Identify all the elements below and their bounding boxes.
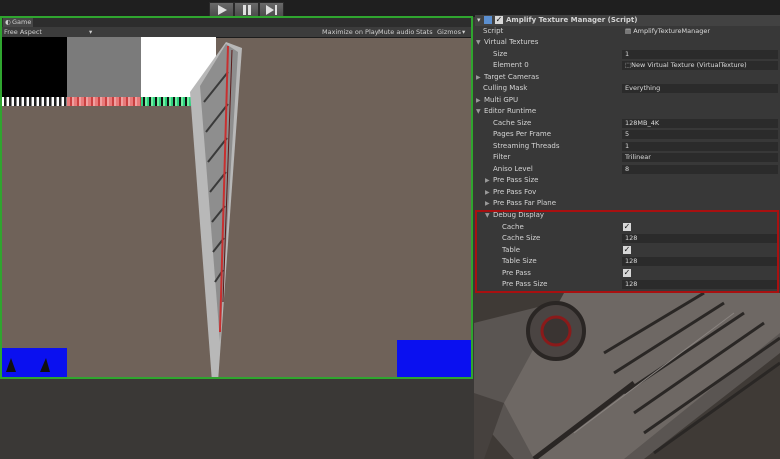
component-header[interactable]: ▾ ✓ Amplify Texture Manager (Script) [475, 15, 780, 26]
cache-size-row: Cache Size 128MB_4K [475, 118, 780, 129]
collapse-arrow-icon: ▶ [485, 200, 490, 207]
game-tab-bar: ◐ Game [2, 18, 471, 27]
pre-pass-far-plane-row[interactable]: ▶ Pre Pass Far Plane [475, 198, 780, 209]
aniso-level-row: Aniso Level 8 [475, 164, 780, 175]
prepass-shape-icon [6, 358, 50, 372]
debug-prepass-tile-right [397, 340, 471, 377]
tab-game-label: Game [12, 18, 32, 26]
filter-dropdown[interactable]: Trilinear [622, 153, 778, 162]
pre-pass-size-row[interactable]: ▶ Pre Pass Size [475, 175, 780, 186]
collapse-arrow-icon: ▶ [485, 189, 490, 196]
streaming-threads-field[interactable]: 1 [622, 142, 778, 151]
pre-pass-fov-row[interactable]: ▶ Pre Pass Fov [475, 187, 780, 198]
aniso-level-field[interactable]: 8 [622, 165, 778, 174]
virtual-textures-foldout[interactable]: ▼ Virtual Textures [476, 38, 538, 46]
script-row: Script ▤ AmplifyTextureManager [475, 26, 780, 37]
filter-label: Filter [493, 153, 511, 161]
target-cameras-label: Target Cameras [484, 73, 539, 81]
multi-gpu-label: Multi GPU [484, 96, 519, 104]
element0-value: New Virtual Texture (VirtualTexture) [631, 61, 747, 69]
script-field[interactable]: ▤ AmplifyTextureManager [622, 27, 778, 36]
size-row: Size 1 [475, 49, 780, 60]
foldout-arrow-icon[interactable]: ▾ [477, 16, 481, 24]
gizmos-arrow-icon[interactable]: ▾ [462, 28, 465, 36]
pre-pass-fov-label: Pre Pass Fov [493, 188, 537, 196]
virtual-textures-label: Virtual Textures [484, 38, 539, 46]
pause-icon [242, 5, 251, 15]
expand-arrow-icon: ▼ [476, 108, 481, 115]
debug-cache-tile-gray [67, 37, 141, 97]
game-view[interactable]: ◐ Game Free Aspect ▾ Maximize on Play Mu… [0, 16, 473, 379]
component-enabled-checkbox[interactable]: ✓ [495, 16, 503, 24]
expand-arrow-icon: ▼ [476, 39, 481, 46]
debug-display-highlight [475, 210, 779, 293]
debug-cache-tile-black [2, 37, 67, 97]
filter-row: Filter Trilinear [475, 152, 780, 163]
size-field[interactable]: 1 [622, 50, 778, 59]
culling-mask-label: Culling Mask [483, 84, 528, 92]
gizmos-dropdown[interactable]: Gizmos [437, 28, 461, 36]
editor-runtime-label: Editor Runtime [484, 107, 537, 115]
culling-mask-row: Culling Mask Everything [475, 83, 780, 94]
debug-table-strip-red [67, 97, 141, 106]
aspect-dropdown[interactable]: Free Aspect [4, 28, 42, 36]
script-value: AmplifyTextureManager [633, 27, 711, 35]
cache-size-label: Cache Size [493, 119, 532, 127]
pre-pass-far-plane-label: Pre Pass Far Plane [493, 199, 557, 207]
aniso-level-label: Aniso Level [493, 165, 533, 173]
target-cameras-row[interactable]: ▶ Target Cameras [475, 72, 780, 83]
slanted-texture-plane [190, 42, 242, 377]
script-file-icon: ▤ [625, 27, 634, 35]
maximize-on-play-toggle[interactable]: Maximize on Play [322, 28, 379, 36]
pages-per-frame-field[interactable]: 5 [622, 130, 778, 139]
component-title: Amplify Texture Manager (Script) [506, 16, 638, 24]
collapse-arrow-icon: ▶ [476, 97, 481, 104]
play-icon [217, 5, 227, 15]
streaming-threads-label: Streaming Threads [493, 142, 560, 150]
scene-render-image [474, 293, 780, 459]
pages-per-frame-row: Pages Per Frame 5 [475, 129, 780, 140]
game-tab-icon: ◐ [5, 18, 11, 26]
element0-label: Element 0 [493, 61, 529, 69]
element0-field[interactable]: ⬚New Virtual Texture (VirtualTexture) [622, 61, 778, 70]
pre-pass-size-label: Pre Pass Size [493, 176, 539, 184]
debug-prepass-tile-left [2, 348, 67, 377]
culling-mask-dropdown[interactable]: Everything [622, 84, 778, 93]
multi-gpu-row[interactable]: ▶ Multi GPU [475, 95, 780, 106]
collapse-arrow-icon: ▶ [476, 74, 481, 81]
editor-runtime-row[interactable]: ▼ Editor Runtime [475, 106, 780, 117]
element0-row: Element 0 ⬚New Virtual Texture (VirtualT… [475, 60, 780, 71]
debug-table-strip-white [2, 97, 67, 106]
pages-per-frame-label: Pages Per Frame [493, 130, 552, 138]
script-label: Script [483, 27, 504, 35]
size-label: Size [493, 50, 508, 58]
virtual-textures-row[interactable]: ▼ Virtual Textures [475, 37, 780, 48]
tab-game[interactable]: ◐ Game [3, 18, 33, 27]
aspect-dropdown-arrow-icon[interactable]: ▾ [89, 28, 92, 36]
scene-view[interactable] [474, 293, 780, 459]
mute-audio-toggle[interactable]: Mute audio [378, 28, 414, 36]
stats-toggle[interactable]: Stats [416, 28, 433, 36]
step-icon [265, 5, 277, 15]
collapse-arrow-icon: ▶ [485, 177, 490, 184]
script-component-icon [484, 16, 492, 24]
streaming-threads-row: Streaming Threads 1 [475, 141, 780, 152]
cache-size-dropdown[interactable]: 128MB_4K [622, 119, 778, 128]
